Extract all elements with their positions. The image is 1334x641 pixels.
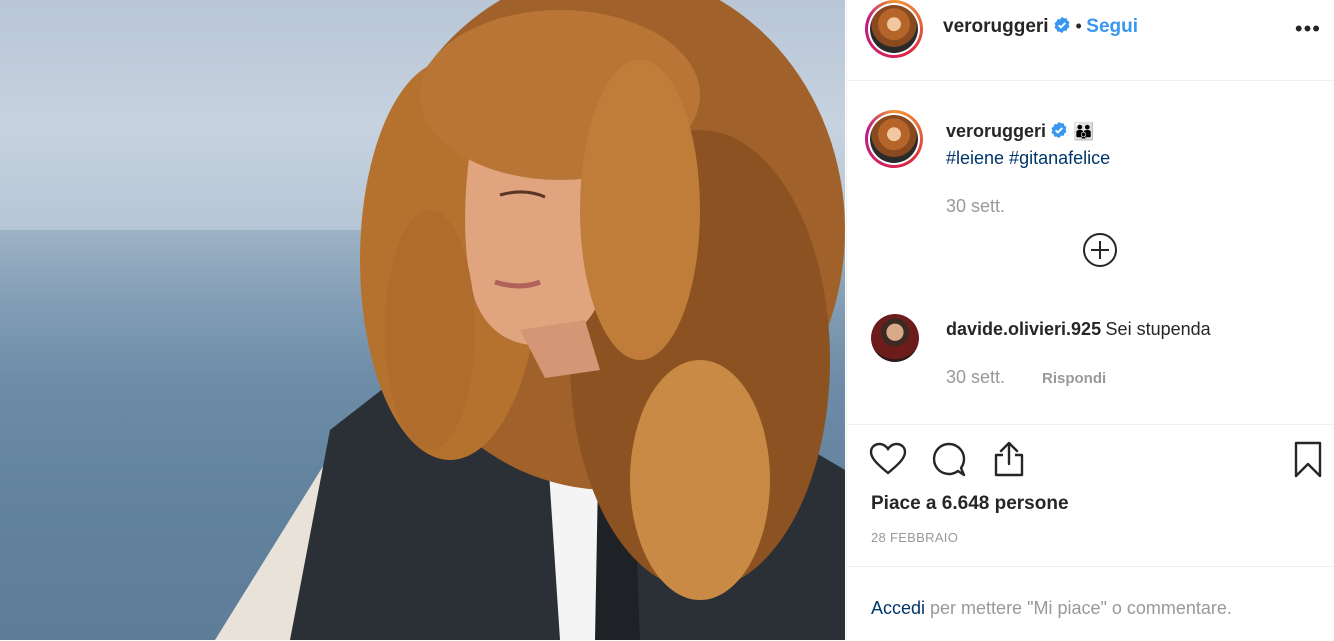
post-photo[interactable]	[0, 0, 845, 640]
post-date[interactable]: 28 FEBBRAIO	[871, 530, 958, 545]
likes-count[interactable]: Piace a 6.648 persone	[871, 493, 1069, 515]
follow-button[interactable]: Segui	[1086, 16, 1138, 37]
comment-text: Sei stupenda	[1105, 319, 1211, 339]
login-link[interactable]: Accedi	[871, 598, 925, 618]
reply-button[interactable]: Rispondi	[1042, 370, 1106, 387]
caption-username[interactable]: veroruggeri	[946, 121, 1046, 141]
post-header: veroruggeri • Segui •••	[847, 0, 1334, 81]
verified-badge-icon	[1054, 16, 1070, 34]
verified-badge-icon	[1052, 121, 1067, 139]
load-more-comments-icon[interactable]	[1082, 232, 1118, 268]
header-user-line: veroruggeri • Segui	[943, 16, 1138, 38]
header-username[interactable]: veroruggeri	[943, 16, 1049, 37]
share-icon[interactable]	[991, 440, 1027, 478]
login-prompt: Accedi per mettere "Mi piace" o commenta…	[847, 566, 1334, 641]
post-actions: Piace a 6.648 persone 28 FEBBRAIO	[847, 424, 1334, 567]
commenter-avatar[interactable]	[871, 314, 919, 362]
caption-emoji: 👨‍👨‍👦	[1072, 122, 1095, 141]
author-avatar[interactable]	[865, 0, 923, 58]
post-side-panel: veroruggeri • Segui ••• veroruggeri 👨‍👨‍…	[846, 0, 1334, 640]
caption-avatar[interactable]	[865, 110, 923, 168]
photo-illustration	[0, 0, 845, 640]
login-prompt-text: Accedi per mettere "Mi piace" o commenta…	[871, 598, 1232, 619]
comment-icon[interactable]	[931, 442, 967, 478]
login-prompt-rest: per mettere "Mi piace" o commentare.	[925, 598, 1232, 618]
more-options-icon[interactable]: •••	[1295, 16, 1321, 42]
comment-time[interactable]: 30 sett.	[946, 367, 1005, 388]
comment-line: davide.olivieri.925 Sei stupenda	[946, 319, 1211, 340]
heart-icon[interactable]	[869, 442, 907, 476]
header-separator: •	[1075, 16, 1082, 36]
bookmark-icon[interactable]	[1293, 441, 1323, 479]
caption-line: veroruggeri 👨‍👨‍👦	[946, 121, 1094, 142]
caption-time[interactable]: 30 sett.	[946, 196, 1005, 217]
commenter-username[interactable]: davide.olivieri.925	[946, 319, 1101, 339]
caption-hashtags[interactable]: #leiene #gitanafelice	[946, 148, 1110, 169]
